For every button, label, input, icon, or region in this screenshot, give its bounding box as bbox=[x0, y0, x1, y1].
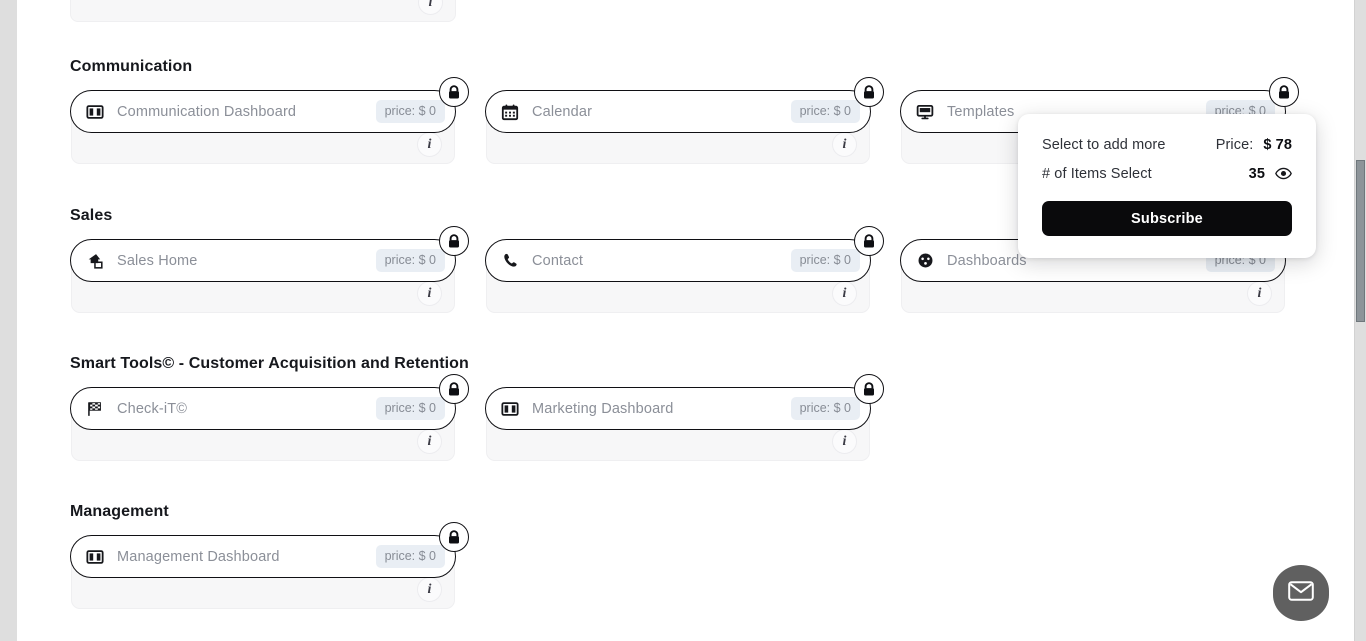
info-icon[interactable]: i bbox=[832, 132, 857, 157]
price-badge: price: $ 0 bbox=[375, 99, 445, 124]
select-to-add-more-label: Select to add more bbox=[1042, 136, 1166, 153]
popup-items-value: 35 bbox=[1249, 166, 1292, 182]
monitor-icon bbox=[915, 102, 935, 122]
popup-price-row: Select to add more Price: $ 78 bbox=[1042, 130, 1292, 159]
item-pill[interactable]: Calendar price: $ 0 bbox=[485, 77, 884, 133]
lock-icon[interactable] bbox=[439, 374, 469, 404]
chat-button[interactable] bbox=[1273, 565, 1329, 621]
info-icon[interactable]: i bbox=[417, 281, 442, 306]
items-count: 35 bbox=[1248, 165, 1265, 182]
item-label: Check-iT© bbox=[117, 400, 188, 417]
lock-icon[interactable] bbox=[439, 77, 469, 107]
item-label: Management Dashboard bbox=[117, 548, 280, 565]
item-label: Calendar bbox=[532, 103, 593, 120]
section-title: Communication bbox=[70, 58, 193, 75]
subscribe-button[interactable]: Subscribe bbox=[1042, 201, 1292, 236]
item-card[interactable]: i Contact price: $ 0 bbox=[485, 226, 884, 313]
item-label: Contact bbox=[532, 252, 584, 269]
lock-icon[interactable] bbox=[1269, 77, 1299, 107]
price-badge: price: $ 0 bbox=[375, 544, 445, 569]
item-label: Sales Home bbox=[117, 252, 198, 269]
vertical-scrollbar-track[interactable] bbox=[1355, 0, 1366, 641]
info-icon[interactable]: i bbox=[417, 577, 442, 602]
lock-icon[interactable] bbox=[854, 374, 884, 404]
browser-viewport: i Communication i Communication Dashboar… bbox=[0, 0, 1366, 641]
item-label: Marketing Dashboard bbox=[532, 400, 674, 417]
dashboard-panel-icon bbox=[85, 547, 105, 567]
dashboard-panel-icon bbox=[500, 399, 520, 419]
price-badge: price: $ 0 bbox=[375, 248, 445, 273]
gauge-icon bbox=[915, 251, 935, 271]
lock-icon[interactable] bbox=[439, 226, 469, 256]
lock-icon[interactable] bbox=[854, 77, 884, 107]
subscribe-popup: Select to add more Price: $ 78 # of Item… bbox=[1018, 114, 1316, 258]
card-grid: i Check-iT© price: $ 0 i Marketing Dashb… bbox=[70, 374, 1306, 461]
info-icon[interactable]: i bbox=[832, 281, 857, 306]
price-label: Price: bbox=[1215, 136, 1254, 153]
lock-icon[interactable] bbox=[439, 522, 469, 552]
info-icon[interactable]: i bbox=[1247, 281, 1272, 306]
price-badge: price: $ 0 bbox=[790, 99, 860, 124]
eye-icon[interactable] bbox=[1275, 167, 1292, 180]
price-badge: price: $ 0 bbox=[375, 396, 445, 421]
info-icon[interactable]: i bbox=[417, 132, 442, 157]
section-management: Management i Management Dashboard price:… bbox=[70, 502, 1306, 609]
phone-icon bbox=[500, 251, 520, 271]
item-pill[interactable]: Communication Dashboard price: $ 0 bbox=[70, 77, 469, 133]
sales-home-icon bbox=[85, 251, 105, 271]
item-card[interactable]: i Management Dashboard price: $ 0 bbox=[70, 522, 469, 609]
item-pill[interactable]: Sales Home price: $ 0 bbox=[70, 226, 469, 282]
item-pill[interactable]: Management Dashboard price: $ 0 bbox=[70, 522, 469, 578]
item-pill[interactable]: Marketing Dashboard price: $ 0 bbox=[485, 374, 884, 430]
item-pill[interactable]: Check-iT© price: $ 0 bbox=[70, 374, 469, 430]
price-amount: $ 78 bbox=[1263, 136, 1292, 153]
items-selected-label: # of Items Select bbox=[1042, 165, 1152, 182]
section-title: Management bbox=[70, 503, 169, 520]
info-icon[interactable]: i bbox=[832, 429, 857, 454]
lock-icon[interactable] bbox=[854, 226, 884, 256]
price-badge: price: $ 0 bbox=[790, 396, 860, 421]
calendar-icon bbox=[500, 102, 520, 122]
item-pill[interactable]: Contact price: $ 0 bbox=[485, 226, 884, 282]
partial-card-top: i bbox=[70, 0, 456, 22]
popup-items-row: # of Items Select 35 bbox=[1042, 159, 1292, 188]
envelope-icon bbox=[1288, 580, 1314, 606]
checkered-flag-icon bbox=[85, 399, 105, 419]
item-card[interactable]: i Sales Home price: $ 0 bbox=[70, 226, 469, 313]
item-card[interactable]: i Check-iT© price: $ 0 bbox=[70, 374, 469, 461]
vertical-scrollbar-thumb[interactable] bbox=[1356, 160, 1365, 322]
price-badge: price: $ 0 bbox=[790, 248, 860, 273]
item-card[interactable]: i Communication Dashboard price: $ 0 bbox=[70, 77, 469, 164]
section-title: Smart Tools© - Customer Acquisition and … bbox=[70, 355, 469, 372]
dashboard-panel-icon bbox=[85, 102, 105, 122]
info-icon[interactable]: i bbox=[418, 0, 443, 15]
item-card[interactable]: i Marketing Dashboard price: $ 0 bbox=[485, 374, 884, 461]
section-smart-tools: Smart Tools© - Customer Acquisition and … bbox=[70, 354, 1306, 461]
item-label: Communication Dashboard bbox=[117, 103, 297, 120]
page-surface: i Communication i Communication Dashboar… bbox=[17, 0, 1355, 641]
item-card[interactable]: i Calendar price: $ 0 bbox=[485, 77, 884, 164]
card-grid: i Management Dashboard price: $ 0 bbox=[70, 522, 1306, 609]
popup-price-value: Price: $ 78 bbox=[1216, 137, 1292, 153]
info-icon[interactable]: i bbox=[417, 429, 442, 454]
